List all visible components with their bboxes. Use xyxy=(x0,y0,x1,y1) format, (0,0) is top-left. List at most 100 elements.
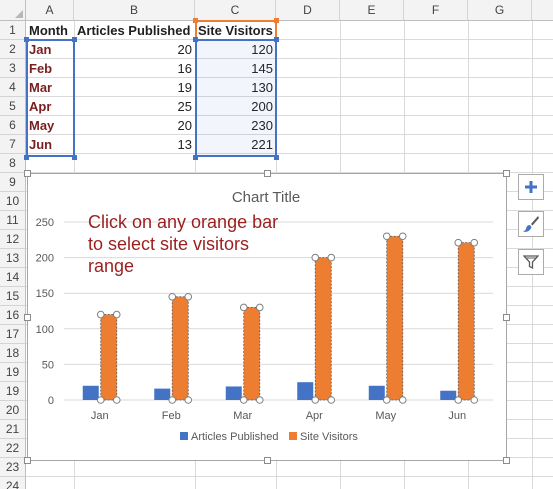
chart-elements-button[interactable] xyxy=(518,174,544,200)
articles-bar-feb[interactable] xyxy=(154,388,171,400)
column-header-h[interactable] xyxy=(532,0,553,21)
legend-label-visitors[interactable]: Site Visitors xyxy=(300,431,358,443)
range-handle[interactable] xyxy=(193,37,198,42)
articles-bar-apr[interactable] xyxy=(297,382,314,400)
bar-selection-handle[interactable] xyxy=(239,303,248,312)
row-header-6[interactable]: 6 xyxy=(0,116,26,135)
cell-a1[interactable]: Month xyxy=(26,21,74,40)
column-header-d[interactable]: D xyxy=(276,0,340,21)
range-handle[interactable] xyxy=(72,155,77,160)
chart-resize-handle[interactable] xyxy=(264,170,271,177)
chart-resize-handle[interactable] xyxy=(24,314,31,321)
bar-selection-handle[interactable] xyxy=(239,396,248,404)
column-header-f[interactable]: F xyxy=(404,0,468,21)
bar-selection-handle[interactable] xyxy=(311,396,320,404)
bar-selection-handle[interactable] xyxy=(184,396,193,404)
bar-selection-handle[interactable] xyxy=(255,303,264,312)
cell-b1[interactable]: Articles Published xyxy=(74,21,195,40)
row-header-22[interactable]: 21 xyxy=(0,420,26,439)
bar-selection-handle[interactable] xyxy=(382,232,391,241)
articles-bar-jun[interactable] xyxy=(440,390,457,400)
bar-selection-handle[interactable] xyxy=(327,396,336,404)
row-header-4[interactable]: 4 xyxy=(0,78,26,97)
row-header-19[interactable]: 19 xyxy=(0,363,26,382)
row-header-20[interactable]: 19 xyxy=(0,382,26,401)
chart-title[interactable]: Chart Title xyxy=(232,189,300,206)
row-header-11[interactable]: 11 xyxy=(0,211,26,230)
cell-b2[interactable]: 20 xyxy=(74,40,195,59)
bar-selection-handle[interactable] xyxy=(96,310,105,319)
visitors-bar-jun[interactable] xyxy=(458,242,475,400)
cell-b3[interactable]: 16 xyxy=(74,59,195,78)
bar-selection-handle[interactable] xyxy=(168,292,177,301)
bar-selection-handle[interactable] xyxy=(382,396,391,404)
articles-bar-mar[interactable] xyxy=(225,386,242,400)
column-header-c[interactable]: C xyxy=(195,0,276,21)
column-header-b[interactable]: B xyxy=(74,0,195,21)
row-header-21[interactable]: 20 xyxy=(0,401,26,420)
cell-c1[interactable]: Site Visitors xyxy=(195,21,276,40)
bar-selection-handle[interactable] xyxy=(184,292,193,301)
range-handle[interactable] xyxy=(24,155,29,160)
column-header-a[interactable]: A xyxy=(26,0,74,21)
articles-bar-may[interactable] xyxy=(368,385,385,400)
bar-selection-handle[interactable] xyxy=(454,238,463,247)
cell-b6[interactable]: 20 xyxy=(74,116,195,135)
bar-selection-handle[interactable] xyxy=(255,396,264,404)
visitors-bar-apr[interactable] xyxy=(315,257,332,400)
range-handle[interactable] xyxy=(24,37,29,42)
bar-selection-handle[interactable] xyxy=(470,238,479,247)
row-header-13[interactable]: 13 xyxy=(0,249,26,268)
row-header-2[interactable]: 2 xyxy=(0,40,26,59)
bar-selection-handle[interactable] xyxy=(168,396,177,404)
chart-resize-handle[interactable] xyxy=(264,457,271,464)
bar-selection-handle[interactable] xyxy=(398,396,407,404)
bar-selection-handle[interactable] xyxy=(470,396,479,404)
range-handle[interactable] xyxy=(193,18,198,23)
row-header-14[interactable]: 14 xyxy=(0,268,26,287)
chart-resize-handle[interactable] xyxy=(24,457,31,464)
row-header-10[interactable]: 10 xyxy=(0,192,26,211)
range-handle[interactable] xyxy=(193,155,198,160)
row-header-18[interactable]: 18 xyxy=(0,344,26,363)
select-all-corner[interactable] xyxy=(0,0,26,21)
visitors-bar-may[interactable] xyxy=(386,236,403,400)
cell-b7[interactable]: 13 xyxy=(74,135,195,154)
bar-selection-handle[interactable] xyxy=(327,253,336,262)
row-header-8[interactable]: 8 xyxy=(0,154,26,173)
bar-selection-handle[interactable] xyxy=(398,232,407,241)
visitors-bar-feb[interactable] xyxy=(172,296,189,400)
range-handle[interactable] xyxy=(72,37,77,42)
chart-resize-handle[interactable] xyxy=(503,457,510,464)
row-header-15[interactable]: 15 xyxy=(0,287,26,306)
range-handle[interactable] xyxy=(274,18,279,23)
row-header-17[interactable]: 17 xyxy=(0,325,26,344)
chart-resize-handle[interactable] xyxy=(24,170,31,177)
row-header-16[interactable]: 16 xyxy=(0,306,26,325)
cell-b5[interactable]: 25 xyxy=(74,97,195,116)
row-header-25[interactable]: 24 xyxy=(0,477,26,489)
bar-selection-handle[interactable] xyxy=(311,253,320,262)
bar-selection-handle[interactable] xyxy=(454,396,463,404)
row-header-12[interactable]: 12 xyxy=(0,230,26,249)
chart-styles-button[interactable] xyxy=(518,211,544,237)
range-handle[interactable] xyxy=(274,37,279,42)
column-header-e[interactable]: E xyxy=(340,0,404,21)
row-header-9[interactable]: 9 xyxy=(0,173,26,192)
column-header-g[interactable]: G xyxy=(468,0,532,21)
chart-resize-handle[interactable] xyxy=(503,170,510,177)
row-header-24[interactable]: 23 xyxy=(0,458,26,477)
visitors-bar-mar[interactable] xyxy=(243,307,260,400)
visitors-bar-jan[interactable] xyxy=(100,314,117,400)
row-header-5[interactable]: 5 xyxy=(0,97,26,116)
bar-selection-handle[interactable] xyxy=(96,396,105,404)
cell-b4[interactable]: 19 xyxy=(74,78,195,97)
chart-resize-handle[interactable] xyxy=(503,314,510,321)
chart-filters-button[interactable] xyxy=(518,249,544,275)
row-header-23[interactable]: 22 xyxy=(0,439,26,458)
row-header-3[interactable]: 3 xyxy=(0,59,26,78)
bar-selection-handle[interactable] xyxy=(112,310,121,319)
articles-bar-jan[interactable] xyxy=(82,385,99,400)
row-header-1[interactable]: 1 xyxy=(0,21,26,40)
row-header-7[interactable]: 7 xyxy=(0,135,26,154)
